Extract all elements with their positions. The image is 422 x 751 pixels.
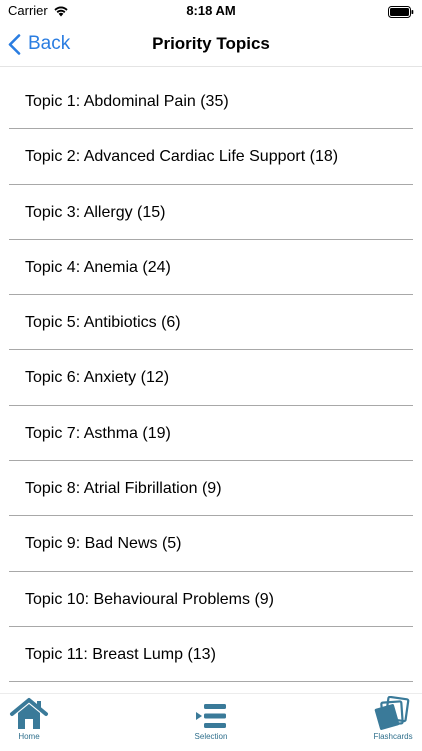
topic-list: Topic 1: Abdominal Pain (35) Topic 2: Ad…	[0, 74, 422, 683]
list-selection-icon	[196, 704, 226, 728]
status-bar: Carrier 8:18 AM	[0, 0, 422, 22]
navigation-bar: Back Priority Topics	[0, 22, 422, 67]
tab-selection[interactable]: Selection	[186, 694, 236, 751]
tab-home-label: Home	[18, 732, 40, 741]
flashcards-icon	[374, 696, 410, 730]
topic-row-1[interactable]: Topic 1: Abdominal Pain (35)	[9, 74, 413, 130]
status-time: 8:18 AM	[186, 3, 236, 18]
page-title: Priority Topics	[152, 34, 270, 53]
topic-row-10[interactable]: Topic 10: Behavioural Problems (9)	[9, 572, 413, 627]
topic-row-5[interactable]: Topic 5: Antibiotics (6)	[9, 295, 413, 351]
tab-flashcards-label: Flashcards	[373, 732, 413, 741]
topic-row-2[interactable]: Topic 2: Advanced Cardiac Life Support (…	[9, 129, 413, 185]
topic-row-6[interactable]: Topic 6: Anxiety (12)	[9, 350, 413, 406]
topic-row-3[interactable]: Topic 3: Allergy (15)	[9, 185, 413, 240]
topic-row-4[interactable]: Topic 4: Anemia (24)	[9, 240, 413, 296]
tab-home[interactable]: Home	[6, 694, 52, 751]
home-icon	[10, 698, 48, 729]
topic-row-7[interactable]: Topic 7: Asthma (19)	[9, 406, 413, 462]
topic-row-9[interactable]: Topic 9: Bad News (5)	[9, 516, 413, 572]
tab-bar: Home Selection Flashcards	[0, 693, 422, 751]
tab-selection-label: Selection	[194, 732, 228, 741]
tab-flashcards[interactable]: Flashcards	[368, 694, 418, 751]
battery-icon	[388, 5, 414, 23]
topic-row-8[interactable]: Topic 8: Atrial Fibrillation (9)	[9, 461, 413, 517]
topic-row-11[interactable]: Topic 11: Breast Lump (13)	[9, 627, 413, 683]
